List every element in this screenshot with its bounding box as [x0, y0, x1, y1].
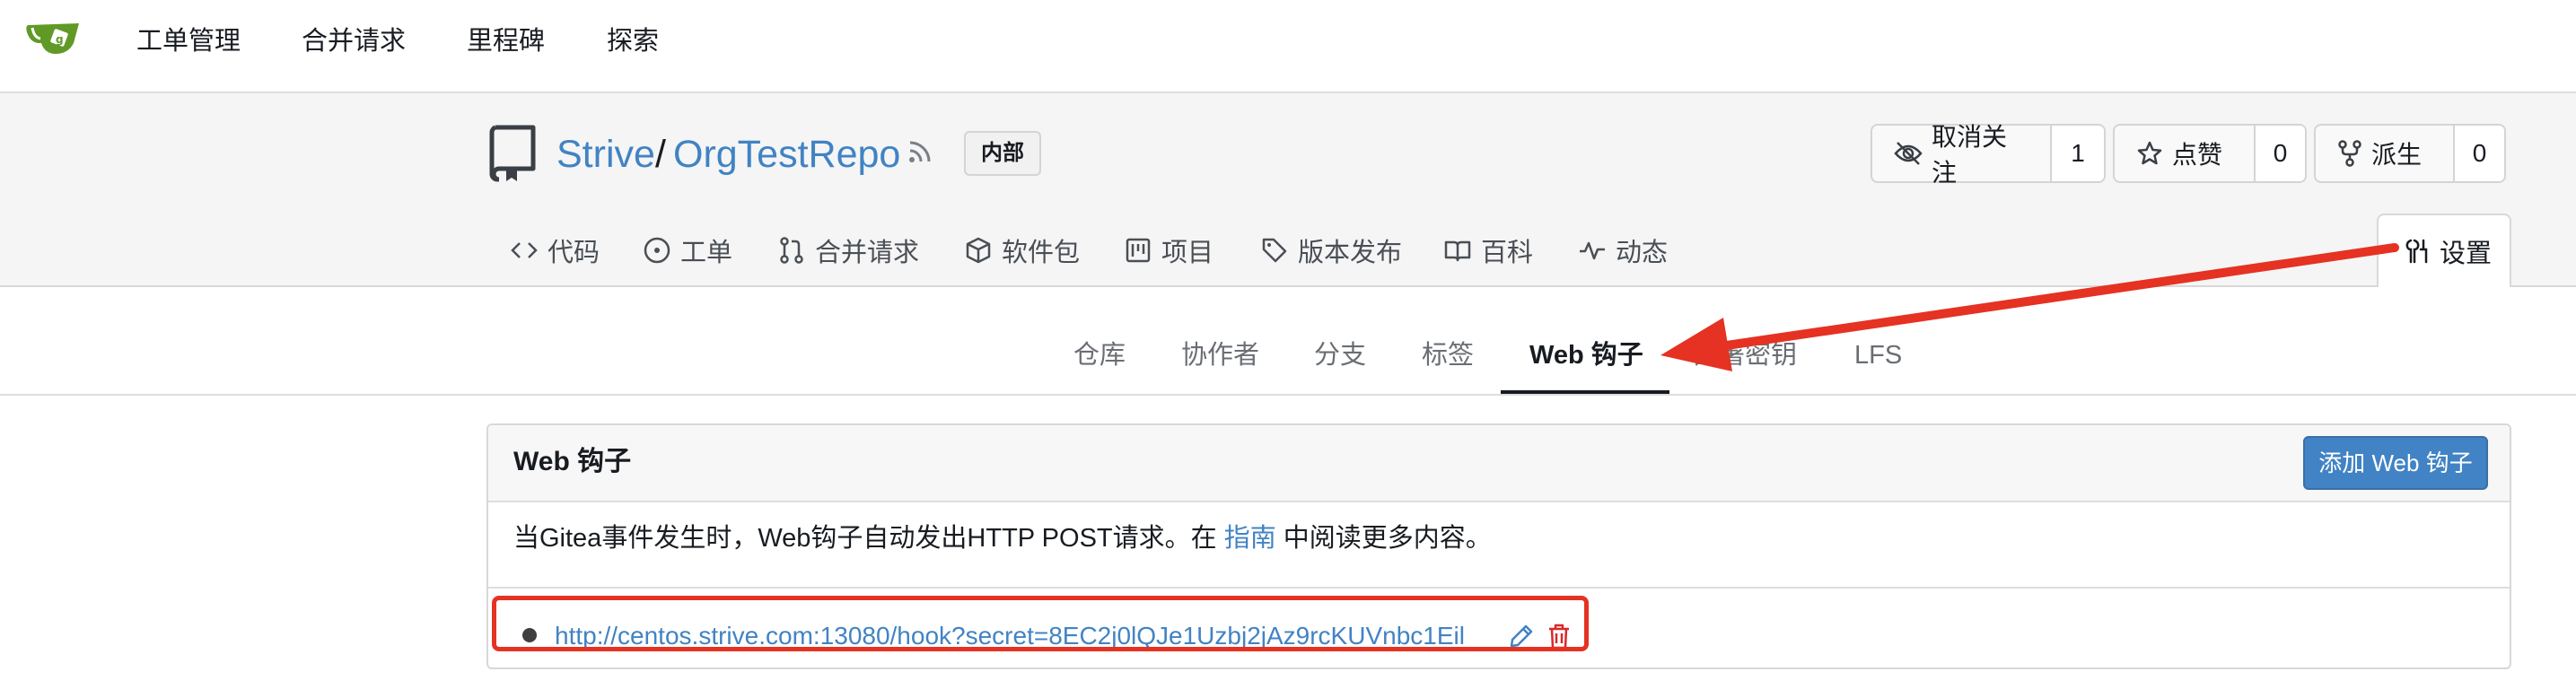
pulse-icon — [1578, 236, 1607, 265]
webhooks-description: 当Gitea事件发生时，Web钩子自动发出HTTP POST请求。在 指南 中阅… — [513, 520, 1492, 556]
nav-explore[interactable]: 探索 — [607, 23, 659, 59]
watch-count[interactable]: 1 — [2049, 126, 2104, 181]
tab-wiki[interactable]: 百科 — [1443, 228, 1533, 273]
unwatch-button[interactable]: 取消关注 — [1872, 123, 2050, 187]
star-label: 点赞 — [2172, 141, 2223, 169]
webhooks-panel-header: Web 钩子 添加 Web 钩子 — [488, 425, 2510, 502]
star-button-group: 点赞 0 — [2113, 124, 2307, 183]
tab-packages-label: 软件包 — [1002, 239, 1081, 267]
settings-menu-branches[interactable]: 分支 — [1314, 337, 1366, 373]
fork-count[interactable]: 0 — [2453, 126, 2504, 181]
settings-menu-lfs[interactable]: LFS — [1854, 337, 1902, 373]
settings-menu-webhooks[interactable]: Web 钩子 — [1529, 337, 1643, 373]
star-icon — [2136, 140, 2163, 167]
star-count[interactable]: 0 — [2253, 126, 2305, 181]
tab-issues[interactable]: 工单 — [643, 228, 732, 273]
fork-button[interactable]: 派生 — [2316, 126, 2453, 181]
tab-pull-requests-label: 合并请求 — [815, 239, 920, 267]
fork-label: 派生 — [2371, 141, 2423, 169]
settings-menu-deploy-keys[interactable]: 部署密钥 — [1693, 337, 1797, 373]
repo-owner-link[interactable]: Strive — [556, 131, 655, 178]
settings-menu-collaborators[interactable]: 协作者 — [1181, 337, 1259, 373]
tab-code[interactable]: 代码 — [510, 228, 600, 273]
svg-text:g: g — [56, 33, 64, 46]
tab-projects[interactable]: 项目 — [1124, 228, 1214, 273]
tab-packages[interactable]: 软件包 — [964, 228, 1080, 273]
tab-settings-label: 设置 — [2440, 240, 2493, 268]
gitea-logo-icon[interactable]: g — [25, 16, 83, 59]
tab-pull-requests[interactable]: 合并请求 — [777, 228, 919, 273]
unwatch-label: 取消关注 — [1932, 123, 2008, 187]
desc-text-before: 当Gitea事件发生时，Web钩子自动发出HTTP POST请求。在 — [513, 524, 1217, 553]
star-button[interactable]: 点赞 — [2115, 126, 2254, 181]
fork-button-group: 派生 0 — [2314, 124, 2506, 183]
tab-releases-label: 版本发布 — [1298, 239, 1403, 267]
tab-activity[interactable]: 动态 — [1578, 228, 1668, 273]
project-icon — [1124, 236, 1152, 265]
nav-milestones[interactable]: 里程碑 — [467, 23, 545, 59]
tab-wiki-label: 百科 — [1481, 239, 1534, 267]
desc-text-after: 中阅读更多内容。 — [1283, 524, 1492, 553]
tag-icon — [1260, 236, 1289, 265]
webhooks-title: Web 钩子 — [513, 447, 632, 476]
tab-projects-label: 项目 — [1161, 239, 1214, 267]
nav-pull-requests[interactable]: 合并请求 — [302, 23, 406, 59]
issue-icon — [643, 236, 671, 265]
settings-menu-tags[interactable]: 标签 — [1422, 337, 1474, 373]
code-icon — [510, 236, 539, 265]
repo-name-link[interactable]: OrgTestRepo — [673, 131, 900, 178]
rss-icon[interactable] — [907, 138, 933, 165]
repo-icon — [488, 124, 540, 183]
tab-settings[interactable]: 设置 — [2377, 214, 2511, 287]
tab-code-label: 代码 — [548, 239, 600, 267]
tools-icon — [2404, 238, 2431, 265]
eye-slash-icon — [1894, 141, 1923, 166]
fork-icon — [2337, 140, 2362, 167]
repo-path-separator: / — [655, 133, 666, 176]
tab-issues-label: 工单 — [680, 239, 733, 267]
submenu-divider — [0, 394, 2576, 396]
tab-activity-label: 动态 — [1616, 239, 1669, 267]
annotation-highlight-box — [492, 596, 1589, 651]
pull-request-icon — [777, 236, 806, 265]
settings-menu-repository[interactable]: 仓库 — [1073, 337, 1126, 373]
top-navbar: g 工单管理 合并请求 里程碑 探索 — [0, 0, 2576, 93]
visibility-badge: 内部 — [964, 131, 1041, 176]
package-icon — [964, 236, 993, 265]
tab-releases[interactable]: 版本发布 — [1260, 228, 1402, 273]
watch-button-group: 取消关注 1 — [1871, 123, 2106, 187]
nav-issues[interactable]: 工单管理 — [136, 23, 241, 59]
book-icon — [1443, 236, 1472, 265]
add-webhook-button[interactable]: 添加 Web 钩子 — [2303, 436, 2488, 490]
guide-link[interactable]: 指南 — [1224, 524, 1276, 553]
